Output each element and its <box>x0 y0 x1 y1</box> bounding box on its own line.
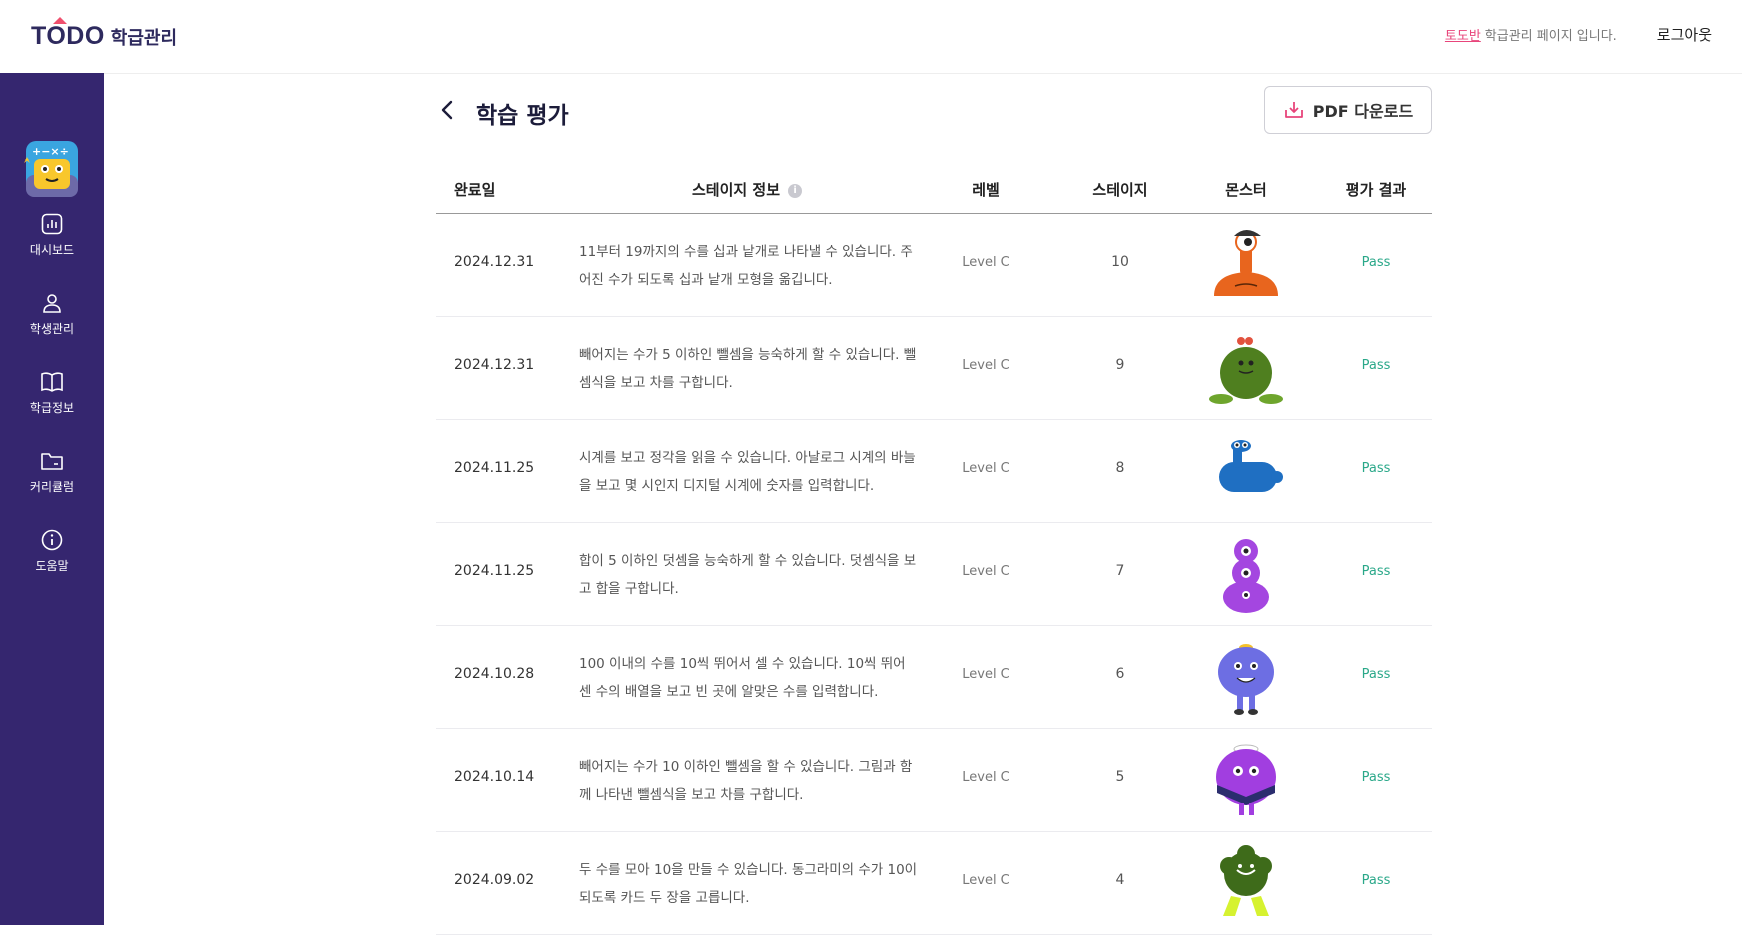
row-level: Level C <box>962 255 1010 270</box>
row-description: 합이 5 이하인 덧셈을 능숙하게 할 수 있습니다. 덧셈식을 보고 합을 구… <box>579 553 917 597</box>
page-title: 학습 평가 <box>476 103 569 129</box>
row-stage: 10 <box>1111 254 1129 270</box>
row-description: 시계를 보고 정각을 읽을 수 있습니다. 아날로그 시계의 바늘을 보고 몇 … <box>579 450 916 494</box>
periwinkle-monster-icon <box>1201 638 1291 716</box>
row-result: Pass <box>1361 564 1391 579</box>
row-stage: 8 <box>1115 460 1125 476</box>
sidebar-item-students[interactable]: 학생관리 <box>0 292 104 352</box>
row-date: 2024.12.31 <box>454 254 535 270</box>
back-button[interactable] <box>436 98 460 122</box>
row-date: 2024.12.31 <box>454 357 535 373</box>
col-completed-date: 완료일 <box>454 181 496 199</box>
download-icon <box>1284 102 1303 118</box>
sidebar: +−×÷ 대시보드 학생관리 학급정보 커리큘럼 도움말 <box>0 73 104 925</box>
row-level: Level C <box>962 667 1010 682</box>
row-result: Pass <box>1361 667 1391 682</box>
top-right: 토도반 학급관리 페이지 입니다. 로그아웃 <box>1445 24 1712 45</box>
page-header: 학습 평가 PDF 다운로드 <box>436 86 1432 136</box>
logo-subtitle: 학급관리 <box>110 27 178 49</box>
row-date: 2024.11.25 <box>454 460 535 476</box>
table-row[interactable]: 2024.10.28 100 이내의 수를 10씩 뛰어서 셀 수 있습니다. … <box>436 626 1432 729</box>
row-stage: 9 <box>1115 357 1125 373</box>
row-result: Pass <box>1361 770 1391 785</box>
header-message: 학급관리 페이지 입니다. <box>1484 29 1617 44</box>
table-row[interactable]: 2024.09.02 두 수를 모아 10을 만들 수 있습니다. 동그라미의 … <box>436 832 1432 935</box>
sidebar-item-help[interactable]: 도움말 <box>0 529 104 589</box>
row-description: 100 이내의 수를 10씩 뛰어서 셀 수 있습니다. 10씩 뛰어 센 수의… <box>579 656 906 700</box>
purple-stack-monster-icon <box>1201 535 1291 613</box>
pdf-download-label: PDF 다운로드 <box>1312 102 1414 121</box>
table-row[interactable]: 2024.10.14 빼어지는 수가 10 이하인 뺄셈을 할 수 있습니다. … <box>436 729 1432 832</box>
sidebar-item-curriculum[interactable]: 커리큘럼 <box>0 450 104 510</box>
row-stage: 6 <box>1115 666 1125 682</box>
book-icon <box>41 372 63 392</box>
row-result: Pass <box>1361 873 1391 888</box>
row-description: 빼어지는 수가 5 이하인 뺄셈을 능숙하게 할 수 있습니다. 뺄셈식을 보고… <box>579 347 917 391</box>
col-monster: 몬스터 <box>1225 181 1267 199</box>
row-date: 2024.10.14 <box>454 769 535 785</box>
folder-icon <box>41 453 63 470</box>
table-row[interactable]: 2024.12.31 11부터 19까지의 수를 십과 낱개로 나타낼 수 있습… <box>436 214 1432 317</box>
orange-eye-monster-icon <box>1201 226 1291 304</box>
table-row[interactable]: 2024.11.25 시계를 보고 정각을 읽을 수 있습니다. 아날로그 시계… <box>436 420 1432 523</box>
user-icon <box>43 294 61 313</box>
evaluation-table: 완료일 스테이지 정보 i 레벨 스테이지 몬스터 평가 결과 2024.12.3… <box>436 167 1432 935</box>
class-name-link[interactable]: 토도반 <box>1445 25 1481 44</box>
chevron-left-icon <box>441 100 453 120</box>
svg-text:+−×÷: +−×÷ <box>32 145 69 158</box>
row-date: 2024.10.28 <box>454 666 535 682</box>
row-description: 두 수를 모아 10을 만들 수 있습니다. 동그라미의 수가 10이 되도록 … <box>579 862 918 906</box>
logout-button[interactable]: 로그아웃 <box>1657 24 1712 45</box>
col-stage-info: 스테이지 정보 i <box>692 179 803 200</box>
sidebar-item-class-info[interactable]: 학급정보 <box>0 371 104 431</box>
sidebar-item-label: 학급정보 <box>29 401 75 415</box>
table-header: 완료일 스테이지 정보 i 레벨 스테이지 몬스터 평가 결과 <box>436 167 1432 214</box>
row-stage: 5 <box>1115 769 1125 785</box>
row-result: Pass <box>1361 461 1391 476</box>
row-result: Pass <box>1361 358 1391 373</box>
info-tooltip-icon[interactable]: i <box>788 183 803 198</box>
row-level: Level C <box>962 873 1010 888</box>
sidebar-item-label: 도움말 <box>35 559 69 573</box>
table-row[interactable]: 2024.12.31 빼어지는 수가 5 이하인 뺄셈을 능숙하게 할 수 있습… <box>436 317 1432 420</box>
col-result: 평가 결과 <box>1345 181 1407 199</box>
sidebar-item-label: 대시보드 <box>29 243 75 257</box>
col-stage: 스테이지 <box>1092 181 1148 199</box>
info-icon <box>41 529 63 551</box>
class-avatar[interactable]: +−×÷ <box>20 137 84 201</box>
logo[interactable]: TODO 학급관리 <box>31 17 178 51</box>
blue-slug-monster-icon <box>1201 432 1291 510</box>
row-level: Level C <box>962 770 1010 785</box>
top-bar: TODO 학급관리 토도반 학급관리 페이지 입니다. 로그아웃 <box>0 0 1742 74</box>
table-row[interactable]: 2024.11.25 합이 5 이하인 덧셈을 능숙하게 할 수 있습니다. 덧… <box>436 523 1432 626</box>
logo-text: TODO <box>31 17 105 51</box>
chart-icon <box>41 213 63 235</box>
sidebar-item-dashboard[interactable]: 대시보드 <box>0 213 104 273</box>
sailor-monster-icon <box>1201 741 1291 819</box>
green-blob-monster-icon <box>1201 329 1291 407</box>
row-description: 11부터 19까지의 수를 십과 낱개로 나타낼 수 있습니다. 주어진 수가 … <box>579 244 913 288</box>
row-date: 2024.11.25 <box>454 563 535 579</box>
row-stage: 7 <box>1115 563 1125 579</box>
row-result: Pass <box>1361 255 1391 270</box>
row-level: Level C <box>962 564 1010 579</box>
row-level: Level C <box>962 461 1010 476</box>
row-stage: 4 <box>1115 872 1125 888</box>
row-level: Level C <box>962 358 1010 373</box>
row-date: 2024.09.02 <box>454 872 535 888</box>
col-level: 레벨 <box>972 181 1000 199</box>
broccoli-monster-icon <box>1201 844 1291 922</box>
pdf-download-button[interactable]: PDF 다운로드 <box>1264 86 1432 134</box>
row-description: 빼어지는 수가 10 이하인 뺄셈을 할 수 있습니다. 그림과 함께 나타낸 … <box>579 759 913 803</box>
sidebar-item-label: 커리큘럼 <box>29 480 75 494</box>
sidebar-item-label: 학생관리 <box>29 322 75 336</box>
